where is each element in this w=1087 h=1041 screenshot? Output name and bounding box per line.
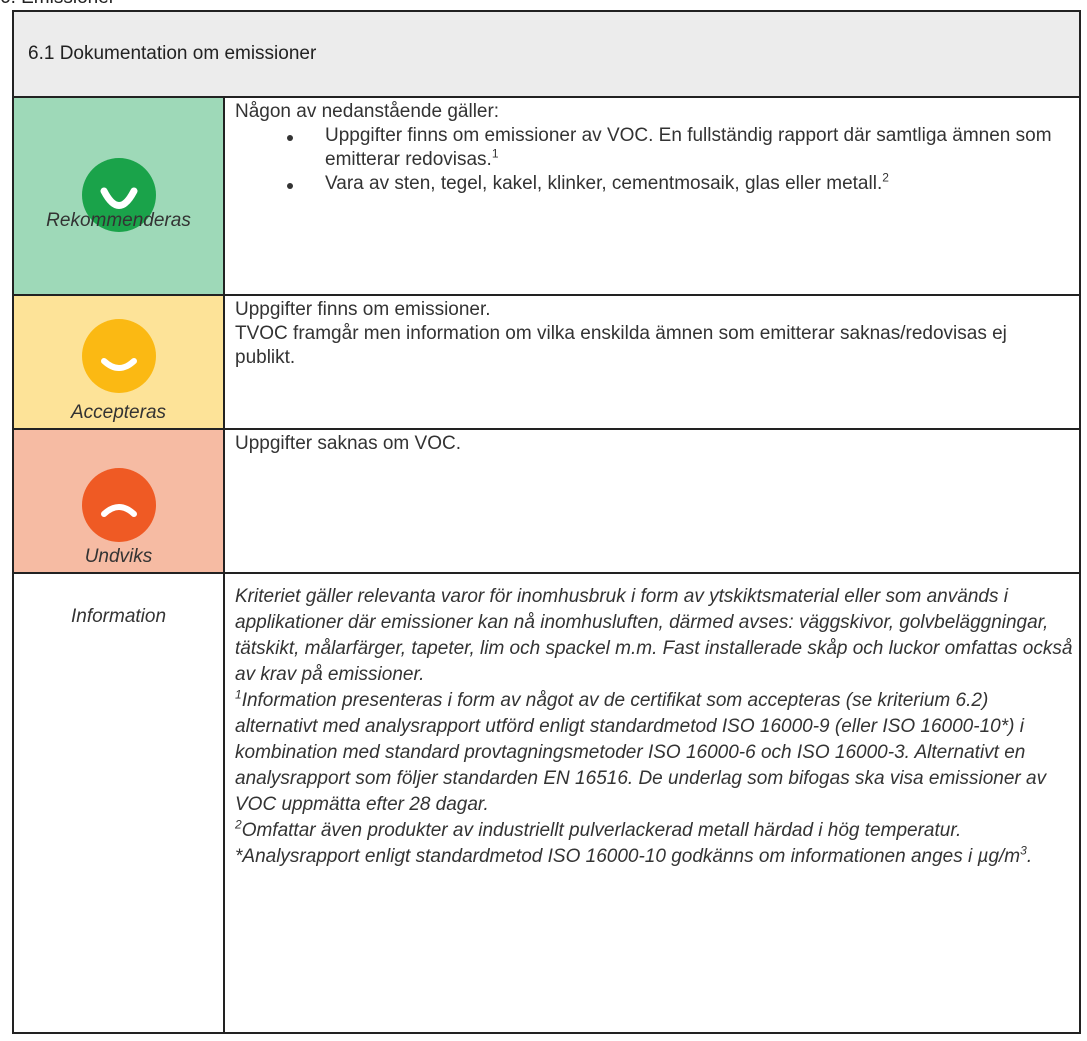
- rating-accepted: Accepteras: [12, 294, 225, 430]
- section-heading: 6. Emissioner: [0, 0, 115, 8]
- superscript: 3: [1020, 843, 1027, 858]
- footnote-mark: 2: [882, 170, 889, 185]
- footnote-mark: 1: [235, 687, 242, 702]
- criterion-table: 6.1 Dokumentation om emissioner Rekommen…: [12, 10, 1081, 1034]
- rating-text-recommended: Någon av nedanstående gäller: Uppgifter …: [223, 96, 1081, 296]
- information-label: Information: [12, 572, 225, 1034]
- criterion-title: 6.1 Dokumentation om emissioner: [12, 10, 1081, 98]
- footnote-1: 1Information presenteras i form av något…: [235, 688, 1073, 818]
- rating-text-accepted: Uppgifter finns om emissioner. TVOC fram…: [223, 294, 1081, 430]
- smiley-sad-icon: [81, 468, 156, 542]
- accepted-line-2: TVOC framgår men information om vilka en…: [235, 323, 1007, 368]
- information-row: Information Kriteriet gäller relevanta v…: [12, 572, 1081, 1034]
- footnote-mark: 2: [235, 817, 242, 832]
- footnote-text: Information presenteras i form av något …: [235, 690, 1047, 815]
- rating-row-recommended: Rekommenderas Någon av nedanstående gäll…: [12, 96, 1081, 296]
- information-text: Kriteriet gäller relevanta varor för ino…: [223, 572, 1081, 1034]
- footnote-2: 2Omfattar även produkter av industriellt…: [235, 818, 1073, 844]
- footnote-mark: 1: [491, 146, 499, 161]
- footnote-3: *Analysrapport enligt standardmetod ISO …: [235, 844, 1073, 870]
- rating-recommended: Rekommenderas: [12, 96, 225, 296]
- rating-avoid: Undviks: [12, 428, 225, 574]
- recommended-intro: Någon av nedanstående gäller:: [235, 101, 500, 122]
- footnote-end: .: [1026, 846, 1033, 867]
- rating-row-accepted: Accepteras Uppgifter finns om emissioner…: [12, 294, 1081, 430]
- rating-label-recommended: Rekommenderas: [46, 210, 191, 231]
- list-item: Uppgifter finns om emissioner av VOC. En…: [287, 124, 1071, 172]
- rating-label-avoid: Undviks: [84, 546, 153, 567]
- rating-row-avoid: Undviks Uppgifter saknas om VOC.: [12, 428, 1081, 574]
- footnote-text: *Analysrapport enligt standardmetod ISO …: [235, 846, 1021, 867]
- bullet-text: Uppgifter finns om emissioner av VOC. En…: [325, 125, 1052, 170]
- smiley-content-icon: [81, 319, 156, 393]
- criterion-title-row: 6.1 Dokumentation om emissioner: [12, 10, 1081, 98]
- rating-label-accepted: Accepteras: [70, 402, 167, 423]
- bullet-text: Vara av sten, tegel, kakel, klinker, cem…: [325, 173, 883, 194]
- recommended-list: Uppgifter finns om emissioner av VOC. En…: [235, 124, 1071, 196]
- information-paragraph: Kriteriet gäller relevanta varor för ino…: [235, 586, 1073, 685]
- list-item: Vara av sten, tegel, kakel, klinker, cem…: [287, 170, 1071, 196]
- avoid-text: Uppgifter saknas om VOC.: [235, 433, 461, 454]
- accepted-line-1: Uppgifter finns om emissioner.: [235, 299, 491, 320]
- footnote-text: Omfattar även produkter av industriellt …: [241, 820, 962, 841]
- rating-text-avoid: Uppgifter saknas om VOC.: [223, 428, 1081, 574]
